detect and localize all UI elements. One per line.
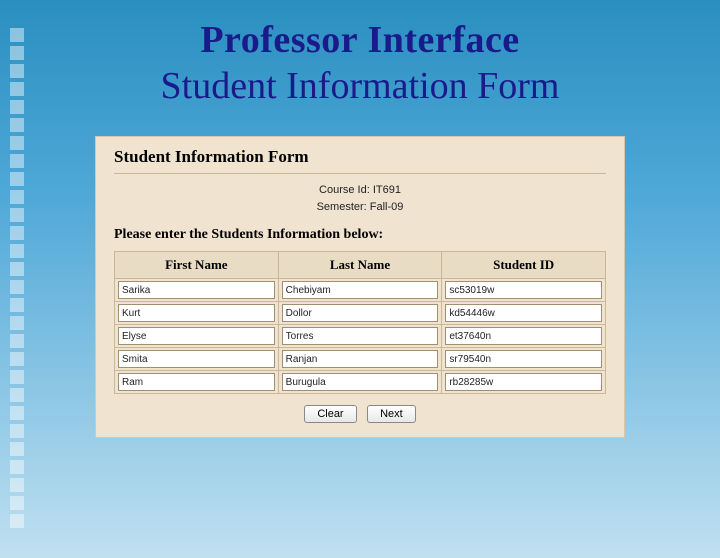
first-name-input[interactable] (118, 281, 275, 299)
semester-label: Semester: (317, 201, 367, 213)
first-name-input[interactable] (118, 327, 275, 345)
panel-title: Student Information Form (114, 137, 606, 174)
table-row (115, 279, 605, 301)
first-name-input[interactable] (118, 304, 275, 322)
clear-button[interactable]: Clear (304, 405, 356, 423)
last-name-input[interactable] (282, 373, 439, 391)
last-name-input[interactable] (282, 327, 439, 345)
table-header-row: First Name Last Name Student ID (115, 252, 605, 278)
table-row (115, 371, 605, 393)
student-id-input[interactable] (445, 304, 602, 322)
student-id-input[interactable] (445, 281, 602, 299)
slide-title-line1: Professor Interface (0, 18, 720, 62)
col-last-name: Last Name (279, 252, 442, 278)
slide-title-block: Professor Interface Student Information … (0, 18, 720, 108)
table-row (115, 325, 605, 347)
col-student-id: Student ID (442, 252, 605, 278)
first-name-input[interactable] (118, 373, 275, 391)
last-name-input[interactable] (282, 281, 439, 299)
course-meta: Course Id: IT691 Semester: Fall-09 (114, 182, 606, 215)
student-id-input[interactable] (445, 373, 602, 391)
next-button[interactable]: Next (367, 405, 416, 423)
button-row: Clear Next (114, 404, 606, 423)
table-row (115, 348, 605, 370)
decorative-dot-strip (10, 28, 28, 548)
semester-value: Fall-09 (370, 201, 404, 213)
col-first-name: First Name (115, 252, 278, 278)
course-id-label: Course Id: (319, 184, 370, 196)
first-name-input[interactable] (118, 350, 275, 368)
form-instruction: Please enter the Students Information be… (114, 227, 606, 243)
last-name-input[interactable] (282, 304, 439, 322)
table-row (115, 302, 605, 324)
course-id-value: IT691 (373, 184, 401, 196)
student-info-form-panel: Student Information Form Course Id: IT69… (95, 136, 625, 438)
slide-title-line2: Student Information Form (0, 64, 720, 108)
last-name-input[interactable] (282, 350, 439, 368)
student-id-input[interactable] (445, 327, 602, 345)
student-table: First Name Last Name Student ID (114, 251, 606, 394)
student-id-input[interactable] (445, 350, 602, 368)
